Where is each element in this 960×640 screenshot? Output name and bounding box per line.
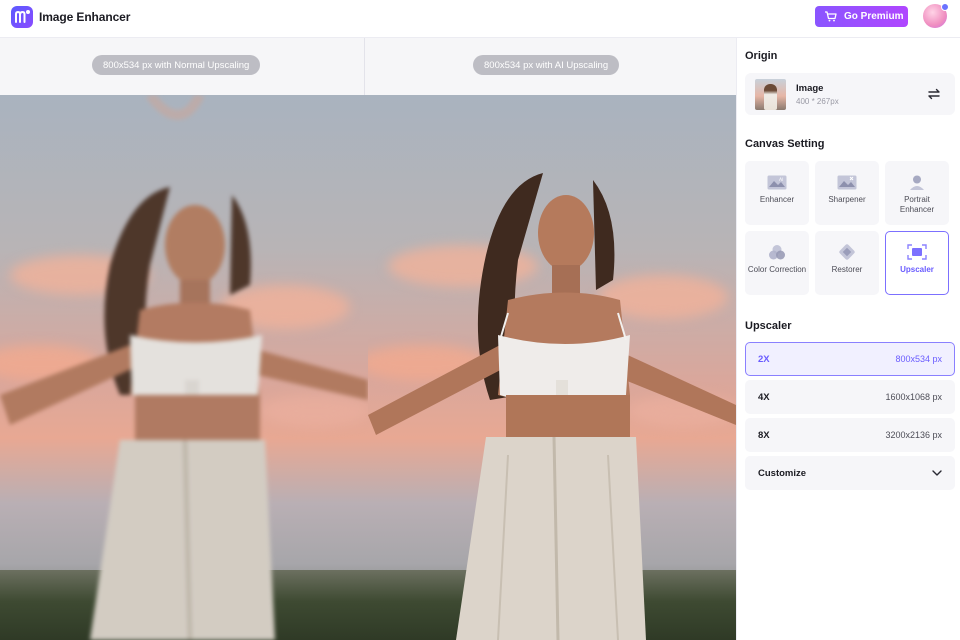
upscale-icon [907, 244, 927, 260]
tool-restorer[interactable]: Restorer [815, 231, 879, 295]
origin-title: Origin [745, 50, 778, 62]
scale-factor: 2X [758, 353, 770, 365]
customize-dropdown[interactable]: Customize [745, 456, 955, 490]
normal-upscaled-image [0, 95, 368, 640]
origin-size: 400 * 267px [796, 97, 839, 106]
tool-color-correction[interactable]: Color Correction [745, 231, 809, 295]
origin-thumbnail [755, 79, 786, 110]
tool-portrait-enhancer[interactable]: Portrait Enhancer [885, 161, 949, 225]
tool-enhancer[interactable]: AI Enhancer [745, 161, 809, 225]
tool-label: Enhancer [759, 195, 795, 204]
canvas-setting-title: Canvas Setting [745, 138, 825, 150]
go-premium-button[interactable]: Go Premium [815, 6, 908, 27]
go-premium-label: Go Premium [844, 11, 904, 22]
scale-option-8x[interactable]: 8X 3200x2136 px [745, 418, 955, 452]
scale-dimensions: 800x534 px [895, 354, 942, 364]
image-sharpen-icon [837, 175, 857, 189]
avatar-badge-icon [941, 3, 949, 11]
tool-label: Color Correction [747, 265, 807, 274]
upscaler-title: Upscaler [745, 320, 792, 332]
swap-icon[interactable] [926, 86, 942, 102]
tool-label: Portrait Enhancer [899, 195, 935, 214]
scale-factor: 8X [758, 429, 770, 441]
tool-label: Upscaler [900, 265, 934, 274]
normal-upscaling-label: 800x534 px with Normal Upscaling [92, 55, 261, 75]
tool-sharpener[interactable]: Sharpener [815, 161, 879, 225]
scale-dimensions: 1600x1068 px [885, 392, 942, 402]
svg-text:AI: AI [779, 177, 783, 183]
bandage-icon [839, 244, 855, 260]
label-band: 800x534 px with Normal Upscaling 800x534… [0, 38, 736, 95]
color-circles-icon [769, 244, 785, 259]
scale-dimensions: 3200x2136 px [885, 430, 942, 440]
cart-icon [825, 11, 837, 22]
top-bar: Image Enhancer Go Premium [0, 0, 960, 38]
scale-option-4x[interactable]: 4X 1600x1068 px [745, 380, 955, 414]
portrait-icon [910, 175, 924, 190]
chevron-down-icon [932, 470, 942, 476]
ai-upscaling-label: 800x534 px with AI Upscaling [473, 55, 620, 75]
ai-upscaled-image [368, 95, 736, 640]
tool-label: Restorer [831, 265, 863, 274]
origin-name: Image [796, 83, 824, 94]
app-title: Image Enhancer [39, 10, 131, 24]
image-ai-icon: AI [767, 175, 787, 189]
origin-card: Image 400 * 267px [745, 73, 955, 115]
tool-upscaler[interactable]: Upscaler [885, 231, 949, 295]
tool-label: Sharpener [828, 195, 866, 204]
comparison-view: 800x534 px with Normal Upscaling 800x534… [0, 38, 736, 640]
app-logo-icon[interactable] [11, 6, 33, 28]
customize-label: Customize [758, 467, 807, 479]
settings-panel: Origin Image 400 * 267px Canvas Setting … [736, 38, 960, 640]
scale-factor: 4X [758, 391, 770, 403]
scale-option-2x[interactable]: 2X 800x534 px [745, 342, 955, 376]
compare-divider [364, 38, 365, 95]
